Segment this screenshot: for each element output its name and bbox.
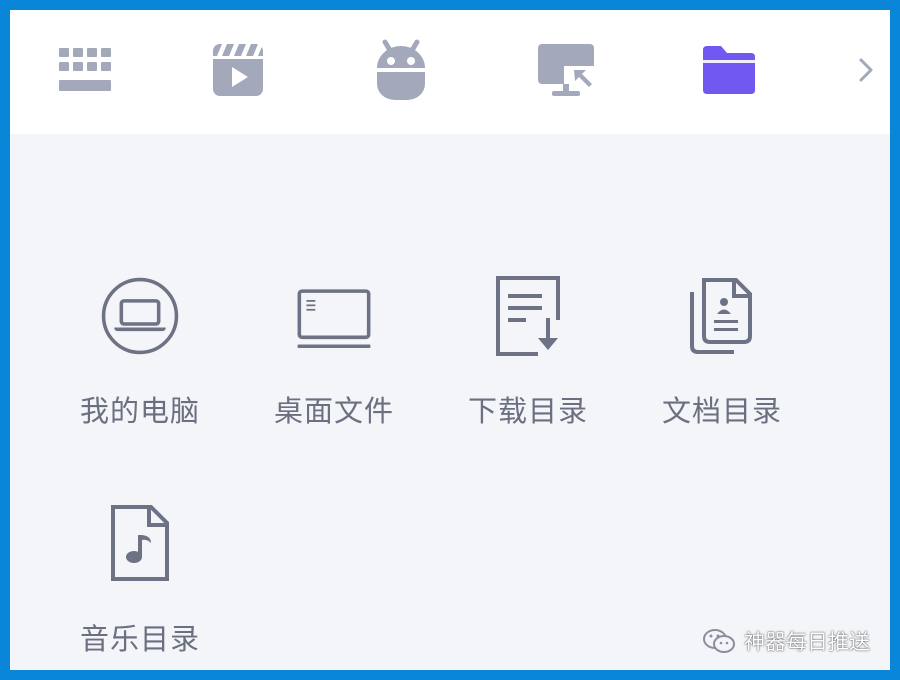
folder-item-downloads[interactable]: 下载目录 — [448, 276, 608, 436]
folder-item-my-computer[interactable]: 我的电脑 — [60, 276, 220, 436]
monitor-cast-icon — [538, 44, 594, 96]
chevron-right-icon — [859, 58, 873, 82]
folder-item-documents[interactable]: 文档目录 — [642, 276, 802, 436]
desktop-monitor-icon — [294, 276, 374, 356]
app-frame: 我的电脑 桌面文件 下载目录 文档目录 音乐目录 神器每日推送 — [10, 10, 890, 670]
laptop-circle-icon — [100, 276, 180, 356]
android-icon — [377, 39, 425, 100]
music-file-icon — [100, 504, 180, 584]
tab-bar — [10, 10, 890, 134]
watermark-text: 神器每日推送 — [744, 630, 870, 654]
folder-label: 文档目录 — [661, 394, 782, 428]
download-document-icon — [488, 276, 568, 356]
more-tabs-button[interactable] — [854, 55, 878, 85]
keyboard-grid-icon — [59, 48, 111, 91]
folder-label: 桌面文件 — [273, 394, 394, 428]
folder-item-desktop[interactable]: 桌面文件 — [254, 276, 414, 436]
tab-video[interactable] — [203, 35, 273, 105]
folder-label: 下载目录 — [467, 394, 588, 428]
video-clapper-icon — [213, 44, 263, 96]
tab-android[interactable] — [366, 35, 436, 105]
tab-folder[interactable] — [694, 35, 764, 105]
tab-screen[interactable] — [531, 35, 601, 105]
wechat-icon — [703, 629, 735, 653]
folder-item-music[interactable]: 音乐目录 — [60, 504, 220, 664]
folder-label: 音乐目录 — [79, 622, 200, 656]
folder-label: 我的电脑 — [79, 394, 200, 428]
tab-keyboard[interactable] — [50, 35, 120, 105]
watermark: 神器每日推送 — [702, 626, 870, 656]
documents-stack-icon — [682, 276, 762, 356]
folder-icon — [703, 46, 755, 94]
